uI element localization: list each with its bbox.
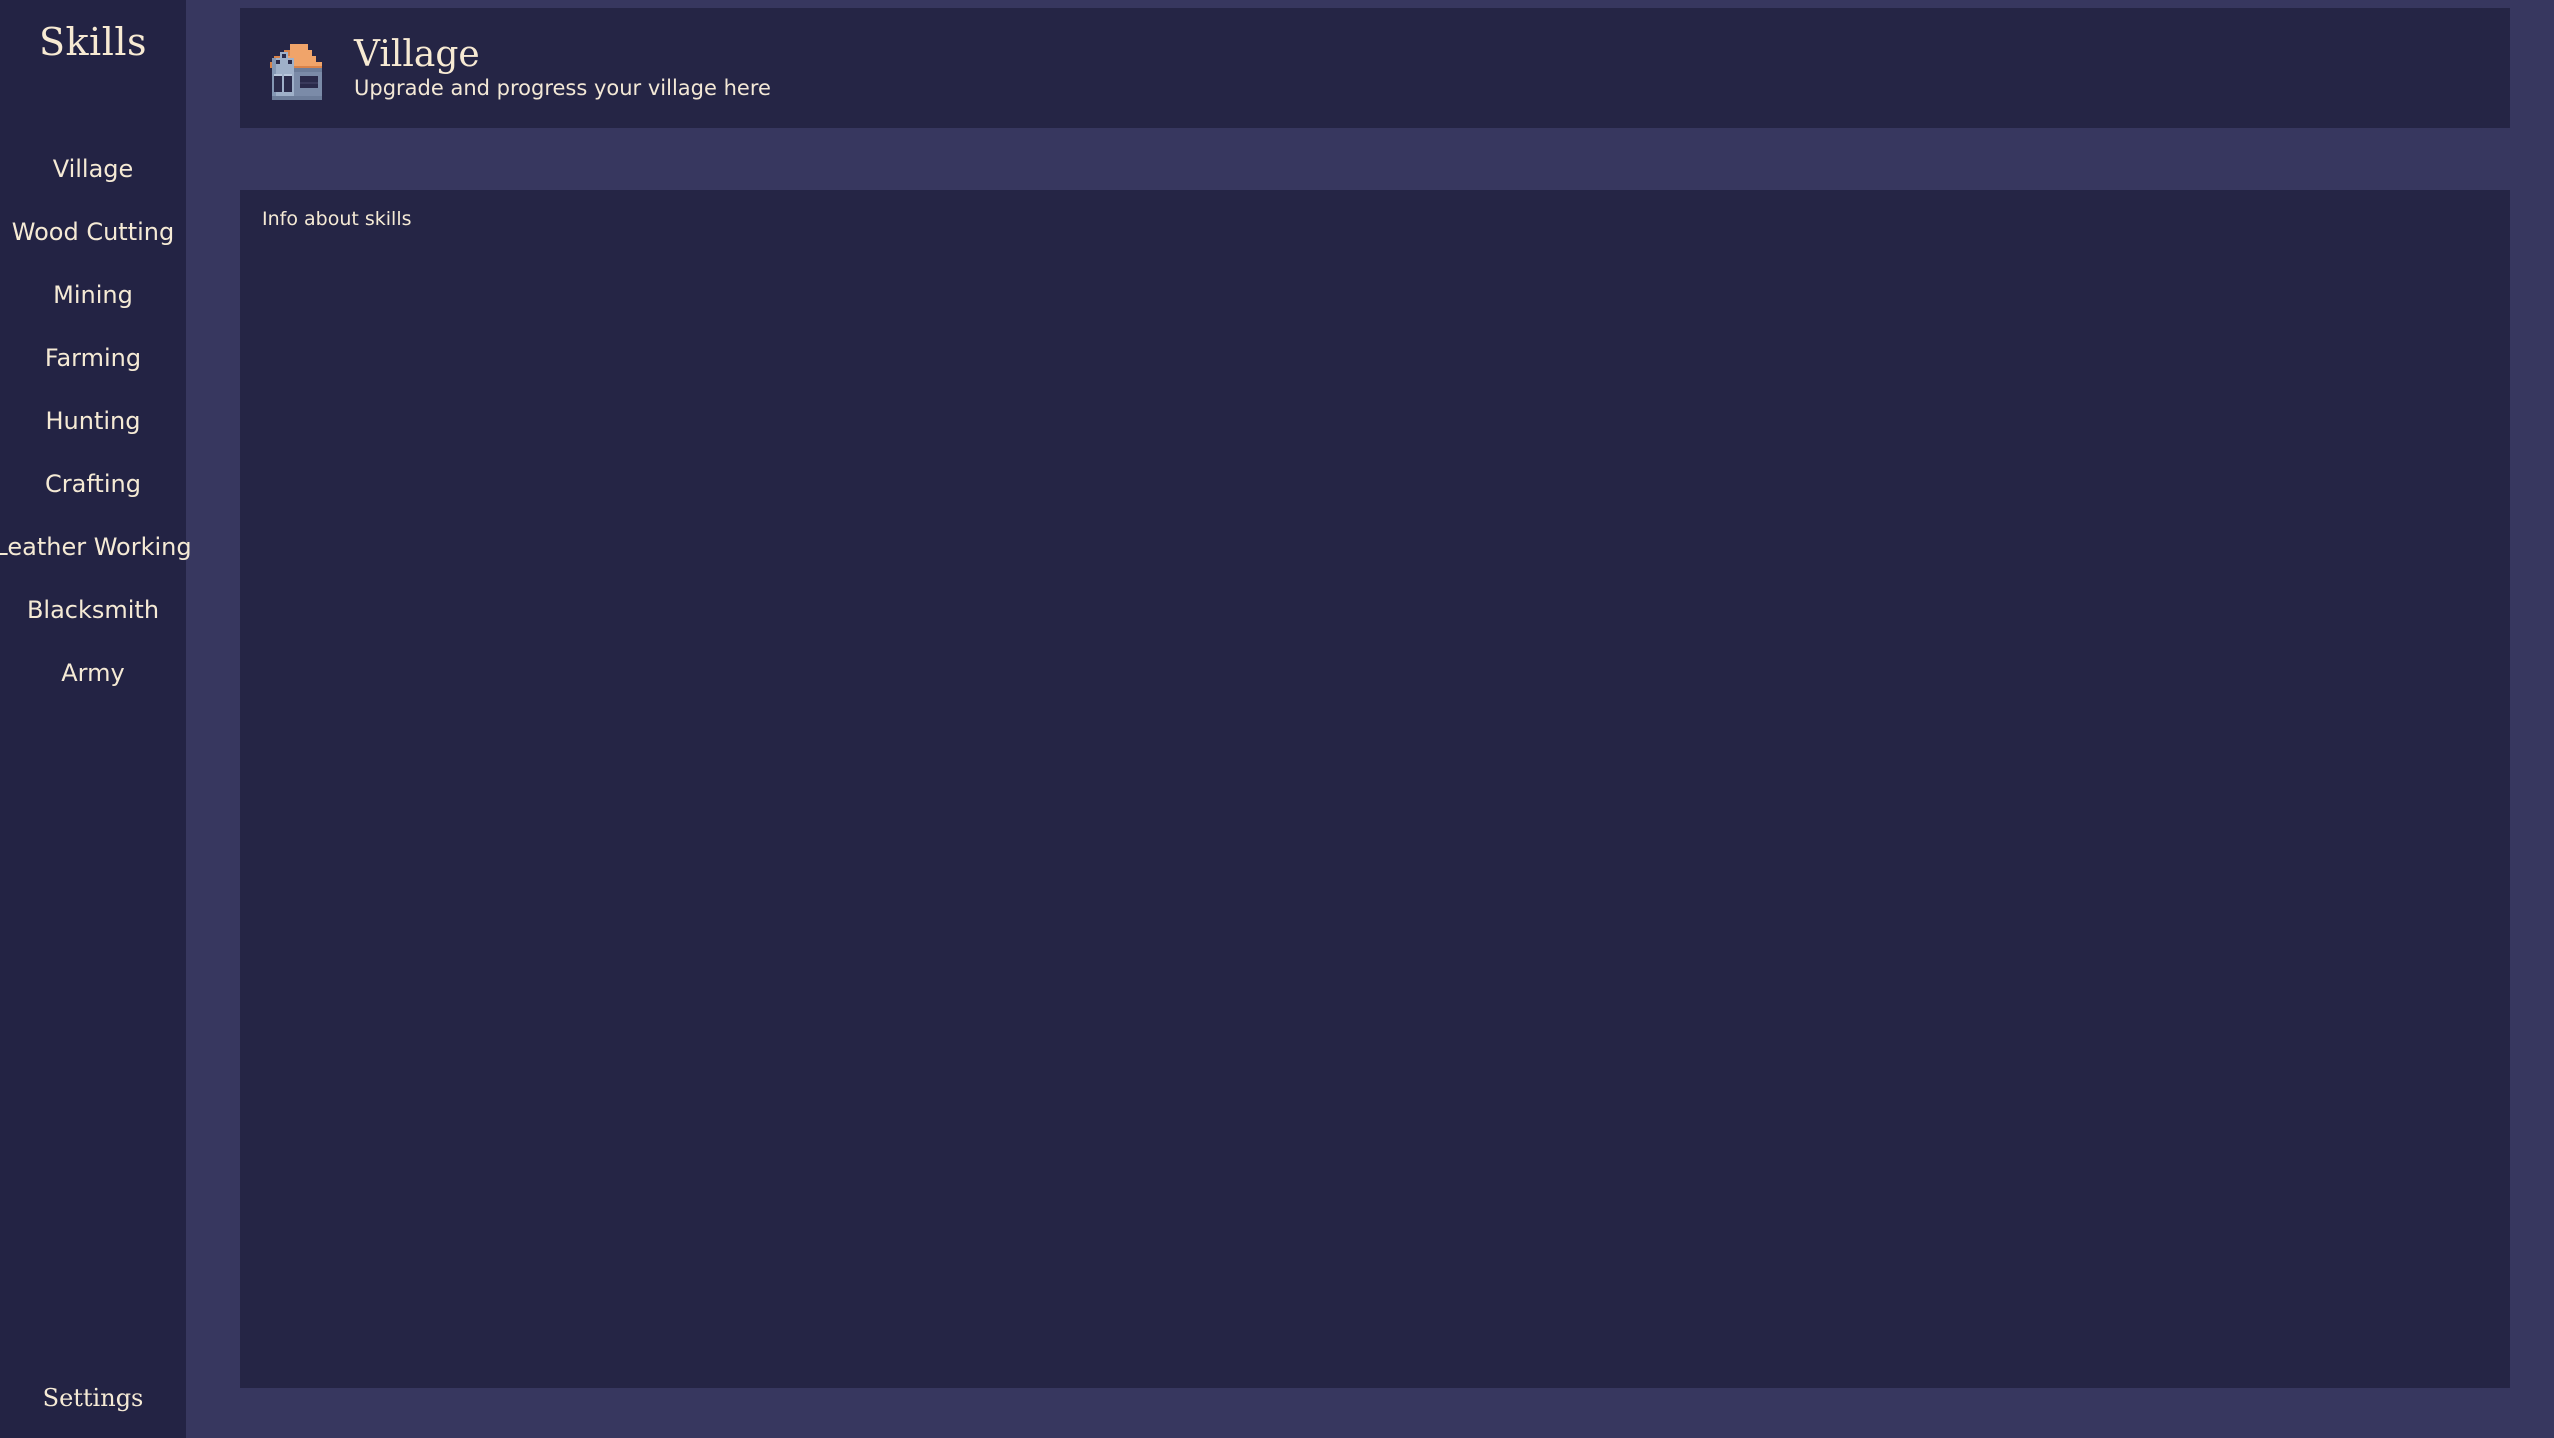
sidebar-item-village[interactable]: Village [0, 137, 186, 200]
sidebar-item-mining[interactable]: Mining [0, 263, 186, 326]
sidebar-item-label: Hunting [45, 406, 141, 435]
sidebar-item-label: Crafting [45, 469, 141, 498]
village-house-icon [256, 31, 332, 107]
sidebar-item-hunting[interactable]: Hunting [0, 389, 186, 452]
sidebar-item-label: Leather Working [0, 532, 192, 561]
sidebar-item-wood-cutting[interactable]: Wood Cutting [0, 200, 186, 263]
page-title: Village [354, 33, 480, 75]
skills-content-panel: Info about skills [240, 190, 2510, 1388]
sidebar-item-label: Blacksmith [26, 595, 160, 624]
app-root: Skills Village Wood Cutting Mining Farmi… [0, 0, 2554, 1438]
sidebar-item-army[interactable]: Army [0, 641, 186, 704]
sidebar-item-label: Wood Cutting [11, 217, 175, 246]
sidebar-footer: Settings [0, 1380, 186, 1438]
sidebar-title: Skills [38, 20, 148, 64]
sidebar-item-farming[interactable]: Farming [0, 326, 186, 389]
sidebar-item-crafting[interactable]: Crafting [0, 452, 186, 515]
sidebar-item-label: Village [52, 154, 134, 183]
sidebar-item-blacksmith[interactable]: Blacksmith [0, 578, 186, 641]
sidebar-item-settings[interactable]: Settings [33, 1380, 154, 1416]
sidebar-nav: Village Wood Cutting Mining Farming Hunt… [0, 137, 192, 704]
skills-info-text: Info about skills [262, 208, 412, 230]
sidebar-item-leather-working[interactable]: Leather Working [0, 515, 192, 578]
page-header-panel: Village Upgrade and progress your villag… [240, 8, 2510, 128]
main-area: Village Upgrade and progress your villag… [186, 0, 2554, 1438]
page-subtitle: Upgrade and progress your village here [354, 76, 771, 101]
page-header-text: Village Upgrade and progress your villag… [354, 33, 771, 101]
sidebar-item-label: Farming [44, 343, 142, 372]
sidebar: Skills Village Wood Cutting Mining Farmi… [0, 0, 192, 1438]
sidebar-item-label: Mining [53, 280, 133, 309]
sidebar-item-label: Army [61, 658, 125, 687]
